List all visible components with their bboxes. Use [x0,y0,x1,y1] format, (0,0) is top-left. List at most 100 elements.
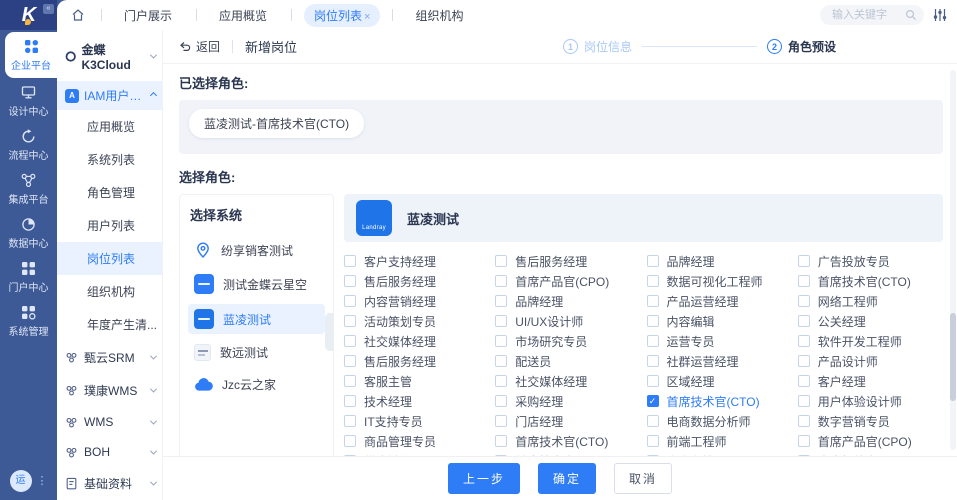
checkbox-icon[interactable] [495,455,507,456]
checkbox-icon[interactable] [344,295,356,307]
checkbox-icon[interactable] [647,415,659,427]
role-checkbox-item[interactable]: 客服主管 [344,371,489,391]
checkbox-icon[interactable] [647,335,659,347]
sidebar-group-boh[interactable]: BOH [57,437,162,467]
checkbox-icon[interactable] [798,375,810,387]
role-checkbox-item[interactable]: 售后服务经理 [495,251,640,271]
role-checkbox-item[interactable]: 产品运营经理 [647,291,792,311]
role-checkbox-item[interactable]: 客户支持经理 [344,251,489,271]
role-checkbox-item[interactable]: 首席技术官(CTO) [647,391,792,411]
role-checkbox-item[interactable]: 品牌经理 [495,291,640,311]
role-checkbox-item[interactable]: 内容营销经理 [344,291,489,311]
sidebar-group-wms[interactable]: WMS [57,407,162,437]
confirm-button[interactable]: 确定 [538,463,596,494]
nav-tab[interactable]: 岗位列表× [304,4,380,27]
checkbox-icon[interactable] [495,275,507,287]
role-checkbox-item[interactable]: 软件开发工程师 [798,331,943,351]
more-menu-icon[interactable]: ⋮ [37,476,48,486]
checkbox-icon[interactable] [647,435,659,447]
role-checkbox-item[interactable]: 前端工程师 [647,431,792,451]
checkbox-icon[interactable] [798,295,810,307]
checkbox-icon[interactable] [798,395,810,407]
checkbox-icon[interactable] [495,335,507,347]
system-item-fxiaoke[interactable]: 纷享销客测试 [188,236,325,264]
checkbox-icon[interactable] [798,275,810,287]
role-checkbox-item[interactable]: 市场研究专员 [495,331,640,351]
role-checkbox-item[interactable]: 内容编辑 [647,311,792,331]
previous-step-button[interactable]: 上一步 [448,463,520,494]
role-checkbox-item[interactable]: 活动策划专员 [344,311,489,331]
checkbox-icon[interactable] [495,395,507,407]
checkbox-icon[interactable] [798,435,810,447]
rail-item-system-management[interactable]: 系统管理 [0,300,57,342]
rail-item-flow-center[interactable]: 流程中心 [0,124,57,166]
nav-tab[interactable]: 门户展示 [114,4,184,27]
role-checkbox-item[interactable]: 售后服务经理 [344,271,489,291]
back-button[interactable]: 返回 [179,38,220,55]
rail-item-portal-center[interactable]: 门户中心 [0,256,57,298]
checkbox-icon[interactable] [344,255,356,267]
checkbox-icon[interactable] [647,295,659,307]
checkbox-icon[interactable] [647,275,659,287]
checkbox-icon[interactable] [495,435,507,447]
role-checkbox-item[interactable]: 门店经理 [495,411,640,431]
sidebar-collapse-icon[interactable]: « [43,4,54,14]
nav-tab[interactable]: 组织机构 [405,4,475,27]
role-checkbox-item[interactable]: 供应链经理 [344,451,489,456]
role-checkbox-item[interactable]: 数字营销专员 [798,411,943,431]
system-item-zhiyuan[interactable]: 致远测试 [188,339,325,366]
role-checkbox-item[interactable]: 用户体验设计师 [798,391,943,411]
checkbox-icon[interactable] [798,335,810,347]
sidebar-item[interactable]: 角色管理 [57,176,162,209]
workspace-switcher[interactable]: 金蝶K3Cloud [57,30,162,81]
checkbox-icon[interactable] [798,315,810,327]
role-checkbox-item[interactable]: 技术经理 [344,391,489,411]
scrollbar-track[interactable] [950,70,956,450]
role-checkbox-item[interactable]: 社群运营经理 [647,351,792,371]
scrollbar-thumb[interactable] [950,313,956,401]
role-checkbox-item[interactable]: 产品设计师 [798,351,943,371]
role-checkbox-item[interactable]: 广告投放专员 [798,251,943,271]
role-checkbox-item[interactable]: 数据可视化工程师 [647,271,792,291]
role-checkbox-item[interactable]: 配送员 [495,351,640,371]
role-checkbox-item[interactable]: 网络工程师 [798,291,943,311]
role-checkbox-item[interactable]: 首席技术官(CTO) [798,271,943,291]
system-item-landray[interactable]: 蓝凌测试 [188,304,325,334]
checkbox-icon[interactable] [798,455,810,456]
rail-item-design-center[interactable]: 设计中心 [0,80,57,122]
checkbox-icon[interactable] [798,355,810,367]
role-checkbox-item[interactable]: 社交媒体经理 [495,371,640,391]
role-checkbox-item[interactable]: 广告投放专员 [798,451,943,456]
sidebar-item[interactable]: 应用概览 [57,110,162,143]
role-checkbox-item[interactable]: 品牌经理 [647,251,792,271]
rail-item-enterprise-platform[interactable]: 企业平台 [5,32,57,78]
sidebar-group-iam[interactable]: A IAM用户中心 [57,81,162,110]
checkbox-icon[interactable] [344,415,356,427]
checkbox-icon[interactable] [344,335,356,347]
sidebar-group-base-data[interactable]: 基础资料 [57,467,162,500]
role-checkbox-item[interactable]: 首席产品官(CPO) [495,271,640,291]
checkbox-icon[interactable] [495,355,507,367]
sidebar-item[interactable]: 年度产生清... [57,308,162,341]
filter-icon[interactable] [933,8,947,22]
role-checkbox-item[interactable]: 仓库主管 [647,451,792,456]
selected-role-chip[interactable]: 蓝凌测试-首席技术官(CTO) [189,109,364,138]
checkbox-icon[interactable] [495,255,507,267]
user-avatar[interactable]: 运 [10,470,32,492]
role-checkbox-item[interactable]: 区域经理 [647,371,792,391]
checkbox-icon[interactable] [798,255,810,267]
sidebar-group-pukang-wms[interactable]: 璞康WMS [57,374,162,407]
nav-tab[interactable]: 应用概览 [209,4,279,27]
role-checkbox-item[interactable]: 社交媒体经理 [344,331,489,351]
sidebar-item[interactable]: 岗位列表 [57,242,162,275]
search-icon[interactable] [905,9,917,21]
role-checkbox-item[interactable]: 商品管理专员 [344,431,489,451]
role-checkbox-item[interactable]: 客户经理 [798,371,943,391]
checkbox-icon[interactable] [344,375,356,387]
checkbox-icon[interactable] [344,435,356,447]
checkbox-icon[interactable] [344,395,356,407]
role-checkbox-item[interactable]: IT支持专员 [344,411,489,431]
sidebar-item[interactable]: 用户列表 [57,209,162,242]
role-checkbox-item[interactable]: 运营专员 [647,331,792,351]
sidebar-item[interactable]: 系统列表 [57,143,162,176]
